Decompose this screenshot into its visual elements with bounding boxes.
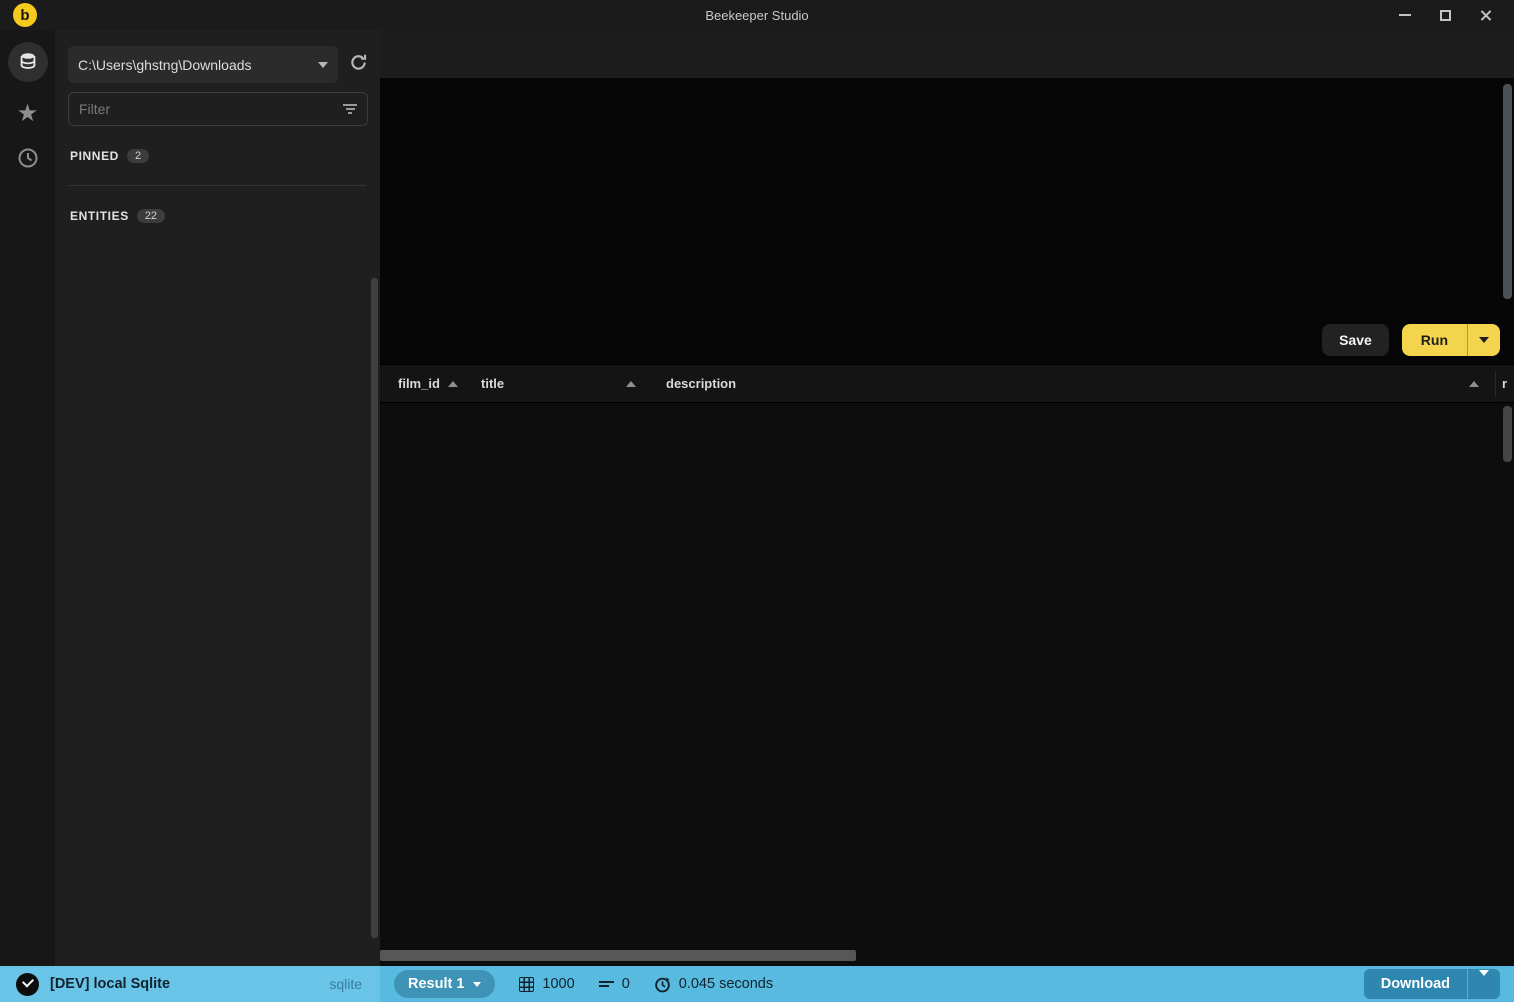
close-icon [1479,9,1492,22]
history-tab-button[interactable] [16,146,40,170]
connected-check-icon [16,972,39,996]
connection-selector[interactable]: C:\Users\ghstng\Downloads [68,46,338,83]
maximize-button[interactable] [1432,4,1458,26]
column-header-film-id[interactable]: film_id [380,376,481,391]
results-panel: film_id title description r [380,364,1514,966]
column-label: description [666,376,737,391]
download-options-button[interactable] [1468,969,1500,999]
timer-icon [654,976,670,992]
filter-icon [343,104,357,114]
column-header-description[interactable]: description [666,376,1495,391]
column-label: title [481,376,505,391]
filter-count: 0 [621,976,630,992]
sidebar-divider [69,185,366,186]
beekeeper-studio-window: b Beekeeper Studio ★ C:\Users\ghstng\Dow… [0,0,1514,1002]
refresh-button[interactable] [349,53,368,77]
entity-filter [68,92,368,126]
window-title: Beekeeper Studio [705,7,809,23]
maximize-icon [1439,9,1451,21]
app-logo-icon: b [13,3,37,27]
column-label: film_id [398,376,440,391]
run-button[interactable]: Run [1401,324,1500,356]
star-icon: ★ [16,100,39,127]
run-options-button[interactable] [1468,329,1500,351]
database-icon [20,53,35,69]
save-button[interactable]: Save [1322,324,1389,356]
rows-grid-icon [519,976,535,992]
results-header-row: film_id title description r [380,365,1514,403]
result-selector[interactable]: Result 1 [394,970,496,998]
chevron-down-icon [1479,337,1489,343]
download-label[interactable]: Download [1364,969,1467,999]
titlebar: b Beekeeper Studio [0,0,1514,30]
column-header-partial[interactable]: r [1495,371,1514,396]
result-status: Result 1 1000 0 0.045 seconds Download [380,966,1514,1002]
editor-actions: Save Run [1322,324,1500,356]
status-bar: [DEV] local Sqlite sqlite Result 1 1000 … [0,966,1514,1002]
filter-lines-icon [598,980,614,988]
minimize-button[interactable] [1392,4,1418,26]
run-button-label[interactable]: Run [1402,324,1467,356]
connection-path: C:\Users\ghstng\Downloads [78,56,252,73]
sidebar-scrollbar[interactable] [371,278,378,938]
elapsed-time-stat: 0.045 seconds [654,976,773,993]
entities-count-badge: 22 [136,209,166,223]
row-count-stat: 1000 [519,976,575,992]
dialect-label: sqlite [329,976,362,992]
sidebar: C:\Users\ghstng\Downloads PINNED 2 [55,30,380,966]
entities-section-header: ENTITIES 22 [55,207,380,225]
column-header-title[interactable]: title [481,376,666,391]
result-label: Result 1 [408,976,465,992]
minimize-icon [1399,14,1411,16]
window-controls [1392,4,1514,26]
filter-input[interactable] [79,101,343,117]
sort-asc-icon [447,380,458,387]
chevron-down-icon [473,981,482,987]
column-label: r [1502,376,1508,391]
elapsed-time: 0.045 seconds [678,976,774,992]
download-button[interactable]: Download [1363,969,1500,999]
database-tab-button[interactable] [7,42,48,82]
chevron-down-icon [318,61,328,68]
pinned-count-badge: 2 [126,149,150,163]
results-horizontal-scrollbar[interactable] [380,950,856,961]
history-icon [18,148,37,168]
entities-label: ENTITIES [70,209,129,223]
pinned-section-header: PINNED 2 [55,147,380,165]
connection-status[interactable]: [DEV] local Sqlite sqlite [0,966,380,1002]
pinned-label: PINNED [70,149,119,163]
editor-scrollbar[interactable] [1503,84,1512,299]
chevron-down-icon [1479,970,1489,992]
tab-bar [380,30,1514,78]
main-panel: Save Run film_id title description r [380,30,1514,966]
refresh-icon [351,54,367,70]
icon-rail: ★ [0,30,55,966]
sort-asc-icon [626,380,636,387]
sql-editor[interactable]: Save Run [380,78,1514,364]
sort-asc-icon [1469,380,1479,387]
results-vertical-scrollbar[interactable] [1503,406,1512,462]
filter-count-stat: 0 [598,976,630,992]
connection-name: [DEV] local Sqlite [50,976,171,992]
favorites-tab-button[interactable]: ★ [17,102,39,126]
row-count: 1000 [542,976,575,992]
close-button[interactable] [1472,4,1498,26]
